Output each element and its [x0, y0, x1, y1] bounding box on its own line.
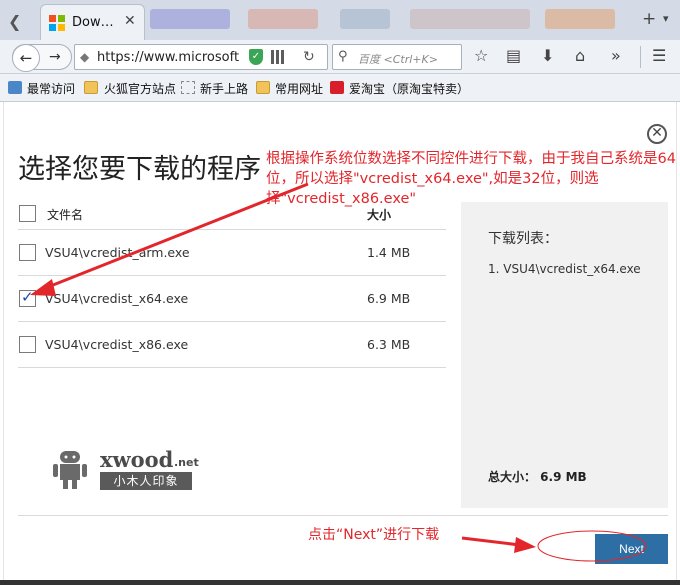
blurred-tab[interactable]: [340, 9, 390, 29]
search-icon: ⚲: [338, 49, 348, 64]
row-checkbox[interactable]: [19, 288, 36, 307]
blurred-tab[interactable]: [248, 9, 318, 29]
reload-icon[interactable]: ↻: [303, 49, 315, 65]
overflow-chevron-icon[interactable]: »: [611, 46, 621, 65]
folder-icon: [84, 81, 98, 94]
annotation-next-note: 点击“Next”进行下载: [308, 527, 440, 543]
row-filename: VSU4\vcredist_arm.exe: [45, 245, 190, 260]
divider: [18, 515, 668, 516]
folder-icon: [256, 81, 270, 94]
bottom-edge: [0, 580, 680, 585]
close-icon[interactable]: ✕: [647, 124, 667, 144]
watermark-logo: xwood .net 小木人印象: [48, 445, 199, 493]
most-visited-icon: [8, 81, 22, 94]
tab-active[interactable]: Dow… ✕: [40, 4, 145, 40]
watermark-suffix: .net: [174, 456, 199, 469]
row-size: 6.3 MB: [367, 337, 411, 352]
browser-window: { "browser": { "tab_title": "Dow…", "url…: [0, 0, 680, 585]
home-icon[interactable]: ⌂: [575, 46, 585, 65]
blurred-tab[interactable]: [545, 9, 615, 29]
watermark-title: xwood: [100, 447, 174, 472]
divider: [18, 367, 446, 368]
watermark-subtitle: 小木人印象: [100, 472, 192, 490]
tab-title: Dow…: [72, 15, 114, 30]
bookmark-ai-taobao[interactable]: 爱淘宝（原淘宝特卖）: [349, 80, 469, 97]
bookmark-getting-started[interactable]: 新手上路: [200, 80, 248, 97]
row-size: 1.4 MB: [367, 245, 411, 260]
tab-scroll-left-icon[interactable]: ❮: [8, 12, 21, 31]
blurred-tab[interactable]: [410, 9, 530, 29]
row-filename: VSU4\vcredist_x64.exe: [45, 291, 189, 306]
row-filename: VSU4\vcredist_x86.exe: [45, 337, 189, 352]
qr-code-icon[interactable]: [271, 50, 285, 64]
row-checkbox[interactable]: [19, 336, 36, 353]
download-icon[interactable]: ⬇: [541, 46, 554, 65]
search-placeholder: 百度 <Ctrl+K>: [358, 53, 438, 66]
bookmark-firefox-official[interactable]: 火狐官方站点: [104, 80, 176, 97]
column-header-name: 文件名: [47, 208, 84, 222]
page-icon: [181, 81, 195, 94]
bookmark-common-sites[interactable]: 常用网址: [275, 80, 323, 97]
divider: [18, 229, 446, 230]
tab-strip: ❮ Dow… ✕ + ▾: [0, 0, 680, 40]
list-item: 1. VSU4\vcredist_x64.exe: [488, 262, 641, 276]
site-identity-icon[interactable]: ◆: [80, 50, 89, 64]
annotation-note: 根据操作系统位数选择不同控件进行下载，由于我自己系统是64位，所以选择"vcre…: [266, 151, 676, 207]
download-dialog: ✕ 选择您要下载的程序 文件名 大小 VSU4\vcredist_arm.exe…: [0, 102, 680, 585]
page-title: 选择您要下载的程序: [18, 154, 261, 185]
download-list-panel: 下载列表： 1. VSU4\vcredist_x64.exe 总大小： 6.9 …: [461, 202, 668, 508]
bookmark-most-visited[interactable]: 最常访问: [27, 80, 75, 97]
select-all-checkbox[interactable]: [19, 205, 36, 222]
bookmark-star-icon[interactable]: ☆: [474, 46, 488, 65]
panel-title: 下载列表：: [488, 231, 558, 247]
bookmarks-list-icon[interactable]: ▤: [506, 46, 521, 65]
back-forward-group: ← →: [12, 44, 72, 72]
tab-list-chevron-icon[interactable]: ▾: [663, 12, 669, 25]
row-checkbox[interactable]: [19, 244, 36, 261]
address-bar[interactable]: ◆ https://www.microsoft ✓ ↻: [74, 44, 328, 70]
bookmarks-toolbar: 最常访问 火狐官方站点 新手上路 常用网址 爱淘宝（原淘宝特卖）: [0, 74, 680, 102]
shield-icon[interactable]: ✓: [249, 49, 263, 65]
microsoft-logo-icon: [49, 15, 65, 31]
divider: [18, 321, 446, 322]
row-size: 6.9 MB: [367, 291, 411, 306]
toolbar-divider: [640, 46, 641, 68]
url-text[interactable]: https://www.microsoft: [97, 50, 239, 65]
forward-button[interactable]: →: [49, 49, 61, 65]
menu-icon[interactable]: ☰: [652, 46, 666, 65]
taobao-icon: [330, 81, 344, 94]
blurred-tab[interactable]: [150, 9, 230, 29]
tab-close-icon[interactable]: ✕: [124, 13, 136, 29]
back-button[interactable]: ←: [12, 44, 40, 72]
new-tab-icon[interactable]: +: [642, 9, 656, 29]
android-robot-icon: [53, 451, 87, 489]
divider: [18, 275, 446, 276]
search-box[interactable]: ⚲ 百度 <Ctrl+K>: [332, 44, 462, 70]
total-size: 总大小： 6.9 MB: [488, 470, 587, 484]
next-button[interactable]: Next: [595, 534, 668, 564]
